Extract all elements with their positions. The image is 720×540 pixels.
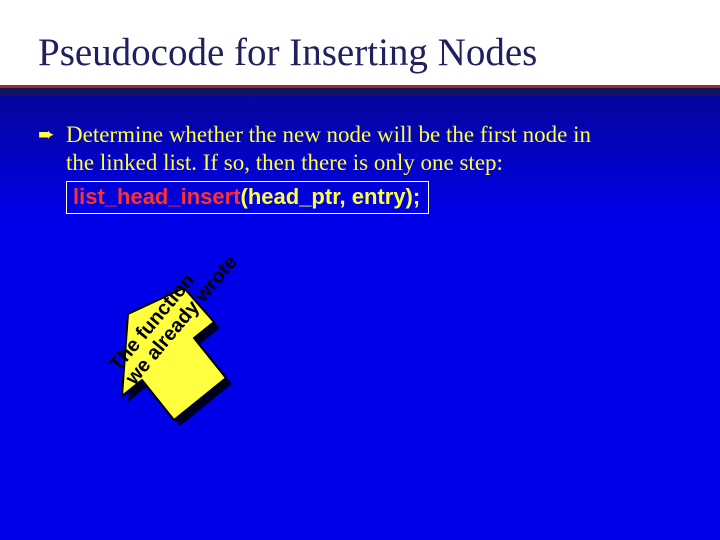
divider (0, 85, 720, 95)
code-box: list_head_insert(head_ptr, entry); (66, 181, 429, 214)
code-function-name: list_head_insert (73, 184, 241, 209)
callout-arrow: The function we already wrote (46, 278, 246, 498)
slide: Pseudocode for Inserting Nodes ➨ Determi… (0, 0, 720, 540)
code-args: (head_ptr, entry); (241, 184, 421, 209)
content-area: ➨ Determine whether the new node will be… (0, 95, 720, 214)
bullet-arrow-icon: ➨ (38, 123, 55, 147)
bullet-text-line2: the linked list. If so, then there is on… (66, 150, 503, 175)
bullet-text-line1: Determine whether the new node will be t… (66, 122, 591, 147)
bullet-item: ➨ Determine whether the new node will be… (66, 121, 680, 214)
slide-title: Pseudocode for Inserting Nodes (38, 30, 720, 75)
title-area: Pseudocode for Inserting Nodes (0, 0, 720, 85)
